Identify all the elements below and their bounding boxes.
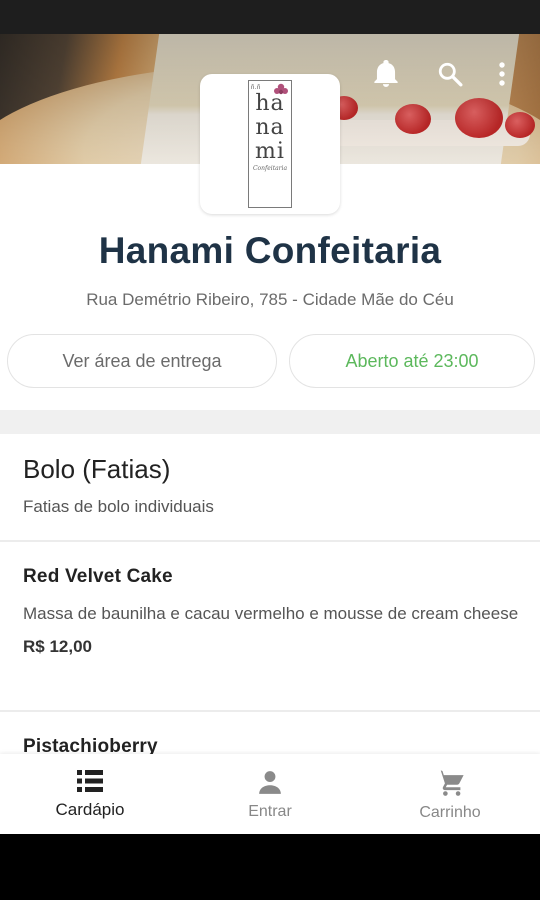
nav-login[interactable]: Entrar: [180, 754, 360, 834]
menu-list-icon: [77, 770, 103, 792]
nav-menu-label: Cardápio: [55, 800, 125, 819]
store-address: Rua Demétrio Ribeiro, 785 - Cidade Mãe d…: [86, 290, 454, 309]
section-separator: [0, 410, 540, 434]
store-name: Hanami Confeitaria: [98, 230, 442, 271]
status-bar: [0, 0, 540, 34]
open-status-badge[interactable]: Aberto até 23:00: [289, 334, 535, 388]
divider: [0, 540, 540, 542]
nav-cart[interactable]: Carrinho: [360, 754, 540, 834]
header-actions: [354, 56, 522, 92]
bell-icon[interactable]: [354, 56, 418, 92]
category-title: Bolo (Fatias): [23, 454, 171, 484]
logo-sub-text: Confeitaria: [252, 165, 288, 172]
logo-mark: ñ.ñ ha na mi Confeitaria: [248, 80, 292, 208]
phone-frame: ñ.ñ ha na mi Confeitaria Hanami Confeita…: [0, 0, 540, 900]
store-screen: ñ.ñ ha na mi Confeitaria Hanami Confeita…: [0, 34, 540, 834]
category-header: Bolo (Fatias) Fatias de bolo individuais: [23, 454, 214, 517]
logo-word-3: mi: [255, 139, 285, 164]
nav-login-label: Entrar: [248, 803, 292, 820]
product-description: Massa de baunilha e cacau vermelho e mou…: [23, 604, 519, 623]
nav-menu[interactable]: Cardápio: [0, 754, 180, 834]
product-price: R$ 12,00: [23, 637, 92, 656]
cart-icon: [436, 770, 464, 796]
delivery-area-button[interactable]: Ver área de entrega: [7, 334, 277, 388]
system-navigation-bar: [0, 834, 540, 900]
category-subtitle: Fatias de bolo individuais: [23, 497, 214, 516]
bottom-navigation: Cardápio Entrar Carrinho: [0, 754, 540, 834]
person-icon: [259, 771, 281, 794]
flower-icon: [274, 83, 288, 95]
logo-word-2: na: [255, 115, 285, 140]
store-logo: ñ.ñ ha na mi Confeitaria: [200, 74, 340, 214]
search-icon[interactable]: [418, 56, 482, 92]
more-vert-icon[interactable]: [482, 56, 522, 92]
product-name: Red Velvet Cake: [23, 566, 173, 587]
product-item[interactable]: Red Velvet Cake Massa de baunilha e caca…: [23, 566, 523, 657]
divider: [0, 710, 540, 712]
nav-cart-label: Carrinho: [419, 804, 481, 821]
